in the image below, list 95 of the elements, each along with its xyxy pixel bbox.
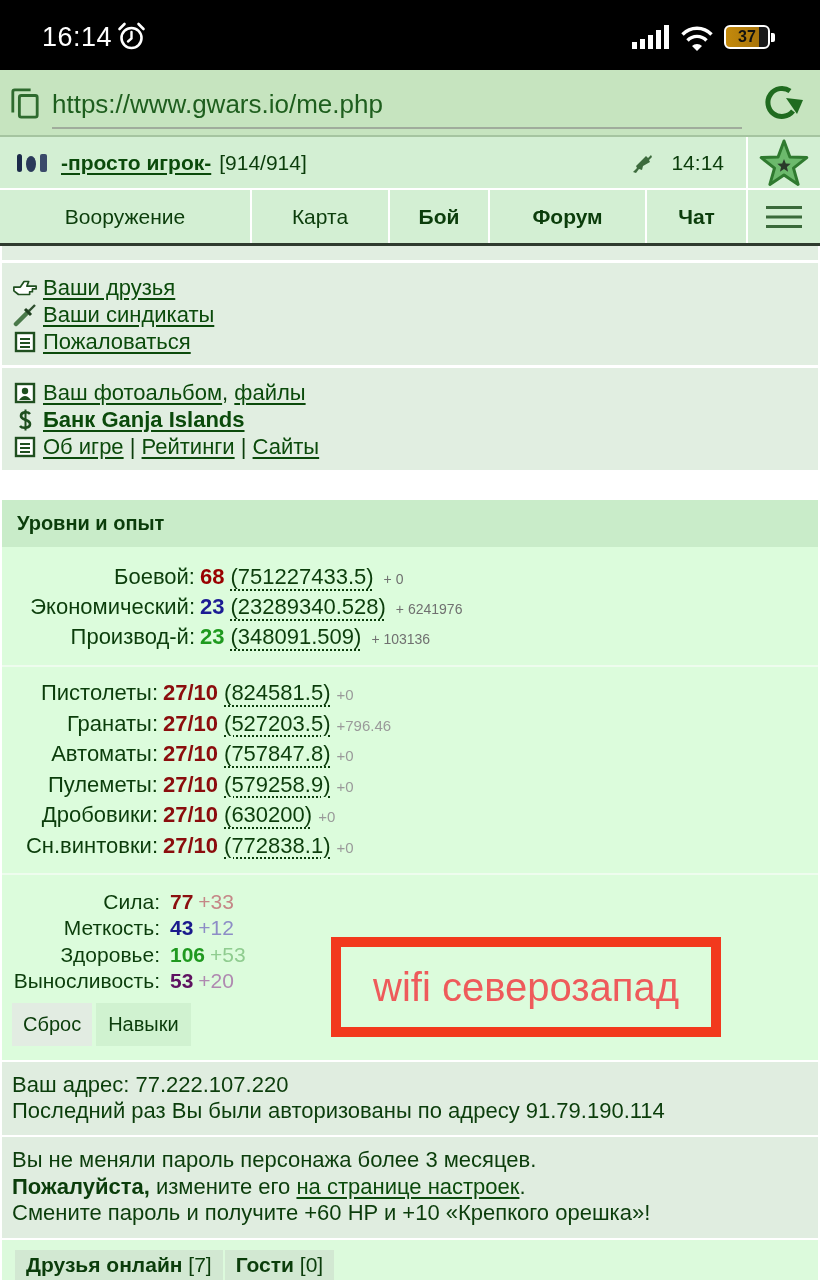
settings-link[interactable]: на странице настроек xyxy=(296,1173,520,1199)
annotation-label: wifi северозапад xyxy=(331,937,721,1037)
link-separator: | xyxy=(239,433,248,460)
action-button[interactable]: Сброс xyxy=(12,1003,93,1046)
link-separator: | xyxy=(128,433,137,460)
skill-label: Пулеметы: xyxy=(46,770,158,799)
skill-gain: +0 xyxy=(336,776,354,797)
stat-label: Сила: xyxy=(102,889,160,915)
skill-gain: +0 xyxy=(318,807,336,827)
skill-gain: +796.46 xyxy=(336,715,392,736)
notice-text: Вы не меняли пароль персонажа более 3 месяцев. xyxy=(12,1147,538,1174)
skill-experience: (579258.9) xyxy=(224,770,331,799)
alarm-icon xyxy=(116,21,148,51)
clock-time: 16:14 xyxy=(42,21,113,53)
level-value: 23 xyxy=(200,593,225,621)
skill-label: Дробовики: xyxy=(40,801,158,829)
experience-points: (751227433.5) xyxy=(230,563,374,591)
document-icon xyxy=(14,435,36,458)
stat-value: 53 xyxy=(170,967,194,994)
skill-value: 27/10 xyxy=(163,679,219,707)
stat-label: Выносливость: xyxy=(12,967,160,994)
experience-points: (348091.509) xyxy=(230,623,362,651)
section-header: Уровни и опыт xyxy=(2,500,818,547)
skill-gain: +0 xyxy=(336,685,354,705)
address-text: Последний раз Вы были авторизованы по адресу 91.79.190.114 xyxy=(12,1098,666,1124)
skill-experience: (757847.8) xyxy=(224,740,331,768)
skill-value: 27/10 xyxy=(163,740,219,768)
stat-label: Здоровье: xyxy=(59,941,160,968)
nav-link[interactable]: Сайты xyxy=(252,433,320,460)
skill-label: Гранаты: xyxy=(65,709,158,738)
stat-bonus: +33 xyxy=(198,889,234,915)
nav-link[interactable]: файлы xyxy=(234,379,306,406)
portrait-icon xyxy=(14,381,36,404)
stat-value: 77 xyxy=(170,889,194,915)
document-icon xyxy=(14,330,36,353)
address-text: Ваш адрес: 77.222.107.220 xyxy=(12,1072,290,1098)
copy-icon[interactable] xyxy=(10,86,40,119)
link-separator: , xyxy=(222,379,230,406)
skill-gain: +0 xyxy=(336,837,354,858)
section-tab[interactable]: Гости [0] xyxy=(224,1250,335,1280)
stat-value: 106 xyxy=(170,941,206,968)
nav-link[interactable]: Пожаловаться xyxy=(43,328,191,355)
stat-bonus: +20 xyxy=(198,967,234,994)
nav-link[interactable]: Ваши синдикаты xyxy=(43,301,215,328)
nav-link[interactable]: Ваш фотоальбом xyxy=(43,379,223,406)
experience-gain: + 0 xyxy=(383,570,404,589)
notice-text: Пожалуйста, измените его на странице настроек. xyxy=(12,1173,527,1200)
level-label: Боевой: xyxy=(113,563,195,591)
nav-link[interactable]: Об игре xyxy=(43,433,124,460)
notice-text: Смените пароль и получите +60 HP и +10 «Крепкого орешка»! xyxy=(12,1200,652,1227)
section-tab[interactable]: Друзья онлайн [7] xyxy=(15,1250,223,1280)
skill-value: 27/10 xyxy=(163,801,219,829)
stat-bonus: +53 xyxy=(210,941,246,968)
battery-indicator: 37 xyxy=(724,25,775,49)
level-label: Производ-й: xyxy=(69,623,195,651)
game-time: 14:14 xyxy=(671,150,724,175)
url-field[interactable]: https://www.gwars.io/me.php xyxy=(52,82,742,129)
skill-label: Сн.винтовки: xyxy=(24,831,158,860)
skill-gain: +0 xyxy=(336,746,354,766)
nav-tab[interactable]: Чат xyxy=(647,190,746,243)
star-button[interactable] xyxy=(748,137,820,188)
player-name-link[interactable]: -просто игрок- xyxy=(61,150,212,175)
experience-gain: + 103136 xyxy=(371,630,431,649)
nav-link[interactable]: Ваши друзья xyxy=(43,274,176,301)
nav-tab[interactable]: Вооружение xyxy=(0,190,250,243)
star-icon xyxy=(758,137,810,188)
stat-label: Меткость: xyxy=(62,915,160,942)
skill-label: Пистолеты: xyxy=(39,679,158,707)
menu-icon xyxy=(766,205,802,228)
nav-tab[interactable]: Карта xyxy=(252,190,388,243)
dollar-icon xyxy=(17,408,33,431)
skill-value: 27/10 xyxy=(163,770,219,799)
signal-icon xyxy=(632,25,670,49)
nav-link[interactable]: Банк Ganja Islands xyxy=(43,406,245,433)
skill-label: Автоматы: xyxy=(50,740,158,768)
skill-experience: (824581.5) xyxy=(224,679,331,707)
stat-value: 43 xyxy=(170,915,194,942)
nav-link[interactable]: Рейтинги xyxy=(141,433,235,460)
action-button[interactable]: Навыки xyxy=(96,1003,191,1046)
level-value: 23 xyxy=(200,623,225,651)
skill-value: 27/10 xyxy=(163,709,219,738)
skill-experience: (527203.5) xyxy=(224,709,331,738)
experience-gain: + 6241976 xyxy=(395,600,463,619)
level-label: Экономический: xyxy=(29,593,195,621)
skill-experience: (630200) xyxy=(224,801,313,829)
skill-value: 27/10 xyxy=(163,831,219,860)
nav-tab[interactable]: Бой xyxy=(390,190,488,243)
nav-tab[interactable]: Форум xyxy=(490,190,645,243)
level-value: 68 xyxy=(200,563,225,591)
hp-text: [914/914] xyxy=(219,150,307,175)
menu-button[interactable] xyxy=(748,190,820,243)
stat-bonus: +12 xyxy=(198,915,234,942)
experience-points: (23289340.528) xyxy=(230,593,386,621)
dagger-icon xyxy=(13,302,37,327)
skill-experience: (772838.1) xyxy=(224,831,331,860)
